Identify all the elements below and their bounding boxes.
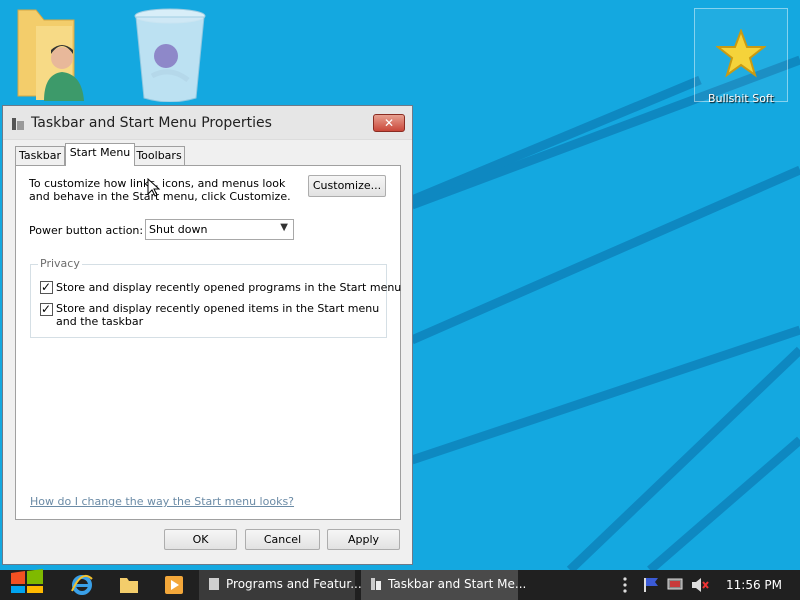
close-button[interactable]: ✕ bbox=[373, 114, 405, 132]
power-button-label: Power button action: bbox=[29, 224, 144, 237]
start-icon[interactable] bbox=[10, 569, 44, 593]
taskbar-settings-icon bbox=[371, 578, 381, 590]
taskbar-settings-icon bbox=[12, 118, 24, 130]
start-menu-tab-panel: To customize how links, icons, and menus… bbox=[15, 165, 401, 520]
star-icon bbox=[715, 28, 767, 78]
overflow-icon[interactable] bbox=[620, 573, 630, 597]
file-explorer-icon[interactable] bbox=[117, 573, 141, 597]
taskbar: Programs and Featur... Taskbar and Start… bbox=[0, 569, 800, 600]
help-link[interactable]: How do I change the way the Start menu l… bbox=[30, 495, 294, 508]
user-folder-icon[interactable] bbox=[14, 6, 88, 102]
ok-button[interactable]: OK bbox=[164, 529, 237, 550]
action-center-flag-icon[interactable] bbox=[642, 573, 660, 597]
task-programs-and-features[interactable]: Programs and Featur... bbox=[199, 570, 362, 600]
window-title: Taskbar and Start Menu Properties bbox=[31, 115, 272, 131]
check-icon: ✓ bbox=[41, 302, 52, 316]
power-action-value: Shut down bbox=[149, 223, 208, 236]
recent-items-checkbox[interactable]: ✓ bbox=[40, 302, 53, 316]
title-bar[interactable]: Taskbar and Start Menu Properties ✕ bbox=[3, 106, 412, 140]
internet-explorer-icon[interactable] bbox=[70, 573, 94, 597]
task-taskbar-properties[interactable]: Taskbar and Start Me... bbox=[361, 570, 526, 600]
task-label: Programs and Featur... bbox=[226, 577, 362, 591]
programs-icon bbox=[209, 578, 219, 590]
check-icon: ✓ bbox=[41, 280, 52, 294]
shortcut-label: Bullshit Soft bbox=[708, 92, 774, 105]
recent-programs-checkbox[interactable]: ✓ bbox=[40, 280, 53, 294]
bullshit-soft-shortcut[interactable]: Bullshit Soft bbox=[694, 8, 788, 105]
apply-button[interactable]: Apply bbox=[327, 529, 400, 550]
cancel-button[interactable]: Cancel bbox=[245, 529, 320, 550]
chevron-down-icon: ▼ bbox=[280, 222, 288, 233]
task-label: Taskbar and Start Me... bbox=[388, 577, 527, 591]
network-icon[interactable] bbox=[666, 573, 684, 597]
properties-window: Taskbar and Start Menu Properties ✕ Task… bbox=[2, 105, 413, 565]
media-player-icon[interactable] bbox=[162, 573, 186, 597]
recycle-bin-icon[interactable] bbox=[132, 6, 210, 103]
tab-start-menu[interactable]: Start Menu bbox=[65, 143, 135, 166]
recent-programs-label[interactable]: Store and display recently opened progra… bbox=[56, 281, 401, 294]
tab-taskbar[interactable]: Taskbar bbox=[15, 146, 65, 166]
privacy-legend: Privacy bbox=[38, 257, 82, 270]
mouse-cursor-icon bbox=[147, 178, 161, 197]
power-button-action-select[interactable]: Shut down ▼ bbox=[145, 219, 294, 240]
tab-toolbars[interactable]: Toolbars bbox=[133, 146, 185, 166]
privacy-group: Privacy ✓ Store and display recently ope… bbox=[30, 257, 401, 338]
volume-muted-icon[interactable] bbox=[690, 573, 710, 597]
customize-button[interactable]: Customize... bbox=[308, 175, 386, 197]
clock[interactable]: 11:56 PM bbox=[726, 578, 782, 592]
recent-items-label[interactable]: Store and display recently opened items … bbox=[56, 302, 386, 328]
